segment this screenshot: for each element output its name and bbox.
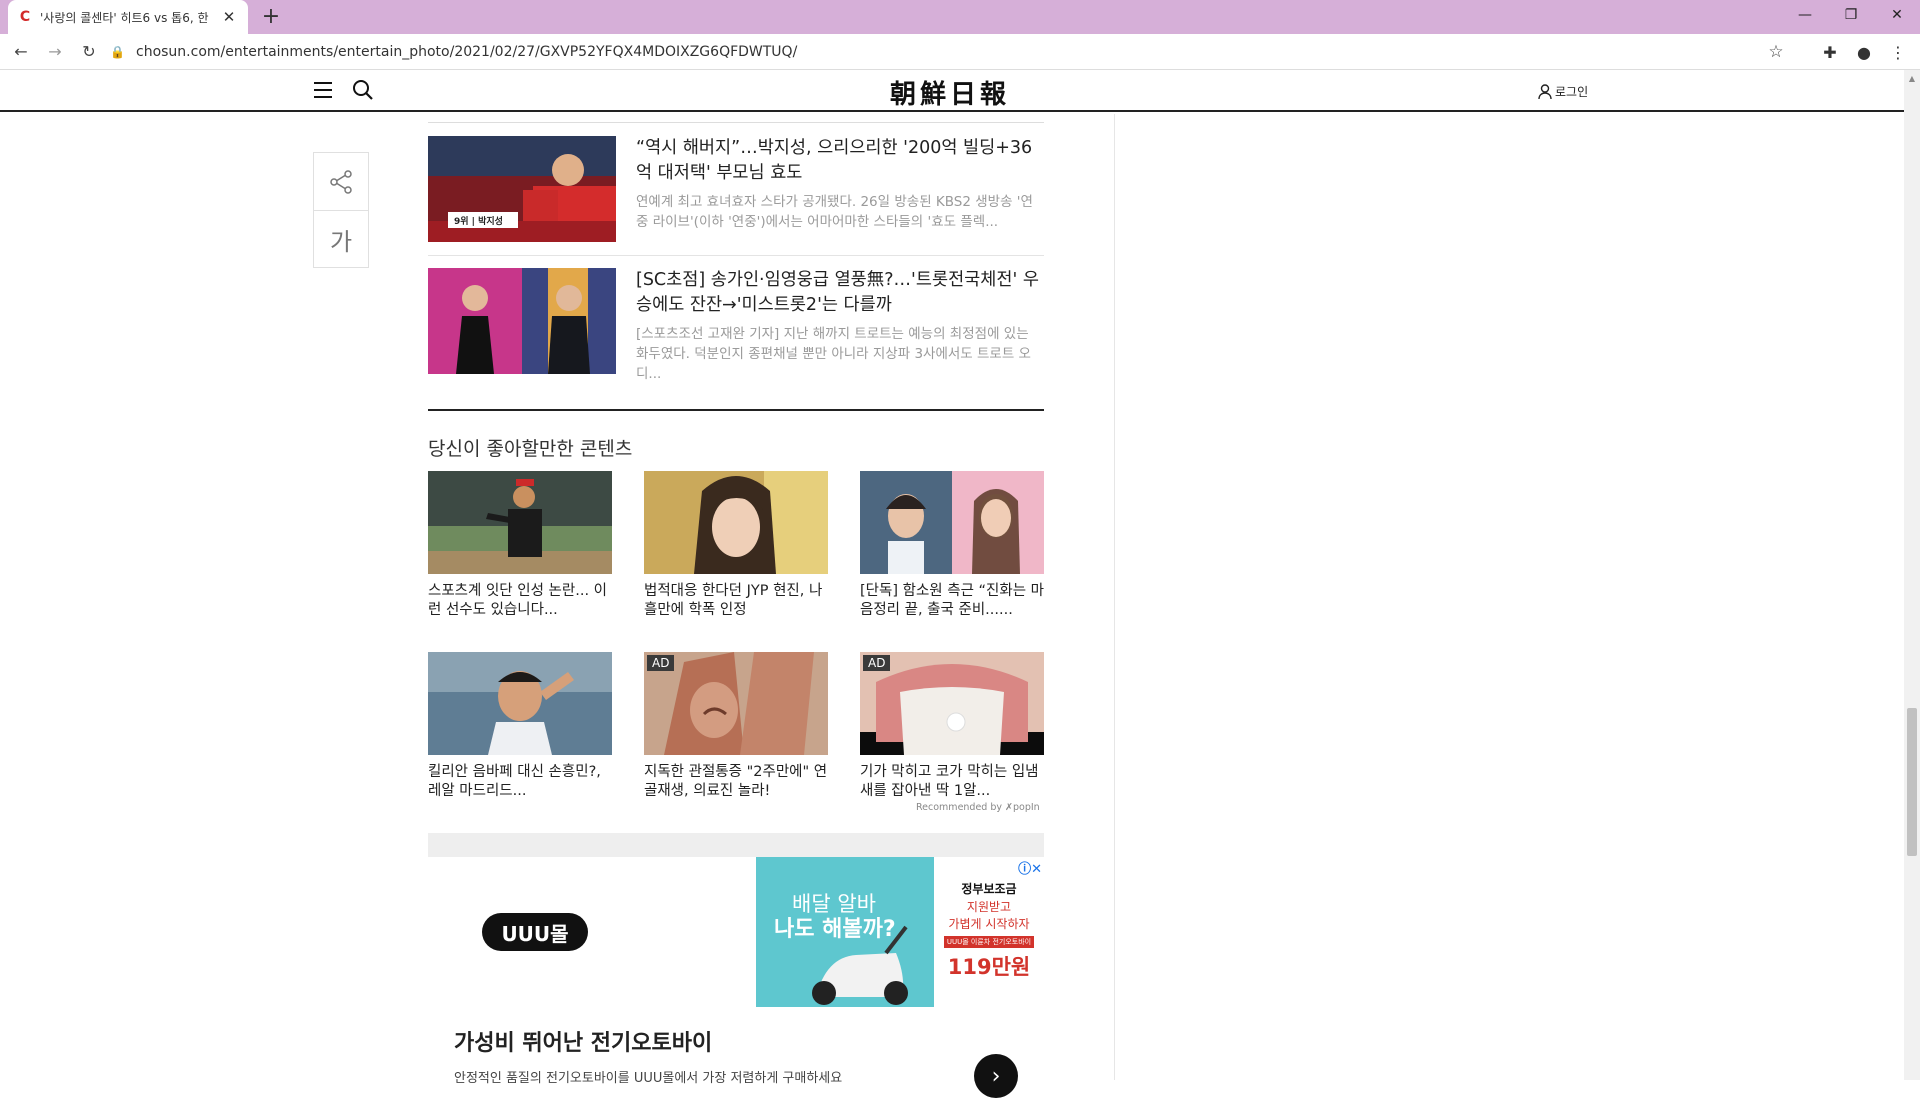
ad-price: 119만원 — [947, 955, 1031, 979]
related-article[interactable]: 9위 | 박지성 “역시 해버지”…박지성, 으리으리한 '200억 빌딩+36… — [428, 136, 1044, 242]
font-size-button[interactable]: 가 — [314, 210, 368, 267]
close-window-icon[interactable]: ✕ — [1874, 0, 1920, 30]
tab-title: '사랑의 콜센타' 히트6 vs 톱6, 한 — [40, 10, 209, 25]
recommend-card[interactable]: 스포츠계 잇단 인성 논란... 이런 선수도 있습니다... — [428, 471, 612, 620]
browser-menu-icon[interactable]: ⋮ — [1884, 38, 1912, 66]
recommend-card[interactable]: AD 지독한 관절통증 "2주만에" 연골재생, 의료진 놀라! — [644, 652, 828, 801]
recommend-caption[interactable]: [단독] 함소원 측근 “진화는 마음정리 끝, 출국 준비...... — [860, 582, 1044, 620]
ad-headline[interactable]: 가성비 뛰어난 전기오토바이 — [454, 1025, 712, 1057]
article-headline[interactable]: [SC초점] 송가인·임영웅급 열풍無?…'트롯전국체전' 우승에도 잔잔→'미… — [636, 268, 1044, 318]
recommend-caption[interactable]: 킬리안 음바페 대신 손흥민?, 레알 마드리드... — [428, 763, 612, 801]
divider — [428, 122, 1044, 123]
ad-next-arrow-icon[interactable]: › — [974, 1054, 1018, 1098]
ad-panel-tag: UUU몰 이륜차 전기오토바이 — [944, 936, 1034, 948]
ad-banner[interactable]: UUU몰 배달 알바 나도 해볼까? 정부보조금 지원받고 가볍게 시작하자 U… — [428, 833, 1044, 1098]
ad-card[interactable]: UUU몰 배달 알바 나도 해볼까? 정부보조금 지원받고 가볍게 시작하자 U… — [428, 857, 1044, 1098]
ad-panel-line2: 지원받고 — [966, 900, 1012, 914]
page-scrollbar[interactable]: ▲ — [1904, 70, 1920, 1080]
url-field[interactable]: 🔒 chosun.com/entertainments/entertain_ph… — [110, 38, 1790, 66]
section-divider — [428, 409, 1044, 411]
ad-panel-line3: 가볍게 시작하자 — [948, 917, 1030, 931]
ad-image-line1: 배달 알바 — [792, 892, 876, 916]
article-summary: [스포츠조선 고재완 기자] 지난 해까지 트로트는 예능의 최정점에 있는 화… — [636, 326, 1031, 382]
side-utility-box: 가 — [313, 152, 369, 268]
menu-icon[interactable] — [313, 80, 333, 100]
minimize-icon[interactable]: — — [1782, 0, 1828, 30]
recommend-card[interactable]: 킬리안 음바페 대신 손흥민?, 레알 마드리드... — [428, 652, 612, 801]
user-icon — [1538, 84, 1552, 99]
ad-description: 안정적인 품질의 전기오토바이를 UUU몰에서 가장 저렴하게 구매하세요 — [454, 1071, 843, 1086]
window-controls: — ❐ ✕ — [1782, 0, 1920, 30]
ad-badge: AD — [647, 655, 675, 671]
bookmark-star-icon[interactable]: ☆ — [1762, 38, 1790, 66]
recommend-card[interactable]: AD 기가 막히고 코가 막히는 입냄새를 잡아낸 딱 1알... — [860, 652, 1044, 801]
browser-tab[interactable]: C '사랑의 콜센타' 히트6 vs 톱6, 한 ✕ — [8, 0, 248, 34]
recommend-section-title: 당신이 좋아할만한 콘텐츠 — [428, 438, 633, 460]
ad-image[interactable]: 배달 알바 나도 해볼까? 정부보조금 지원받고 가볍게 시작하자 UUU몰 이… — [756, 857, 1044, 1007]
reload-icon[interactable]: ↻ — [76, 39, 102, 65]
url-text: chosun.com/entertainments/entertain_phot… — [136, 44, 798, 60]
recommend-image[interactable] — [428, 652, 612, 755]
recommend-image[interactable] — [860, 471, 1044, 574]
recommend-caption[interactable]: 법적대응 한다던 JYP 현진, 나흘만에 학폭 인정 — [644, 582, 828, 620]
ad-panel-title: 정부보조금 — [961, 882, 1017, 896]
column-divider — [1114, 114, 1115, 1080]
search-icon[interactable] — [352, 79, 374, 101]
scrollbar-thumb[interactable] — [1907, 708, 1917, 856]
site-logo[interactable]: 朝鮮日報 — [870, 74, 1030, 111]
chosun-favicon-icon: C — [19, 9, 31, 25]
ad-choices-close-icon[interactable]: ⓘ✕ — [1018, 858, 1042, 877]
extensions-icon[interactable]: ✚ — [1816, 38, 1844, 66]
recommend-card[interactable]: 법적대응 한다던 JYP 현진, 나흘만에 학폭 인정 — [644, 471, 828, 620]
restore-icon[interactable]: ❐ — [1828, 0, 1874, 30]
new-tab-button[interactable]: + — [258, 4, 284, 30]
article-thumbnail[interactable] — [428, 268, 616, 374]
article-headline[interactable]: “역시 해버지”…박지성, 으리으리한 '200억 빌딩+36억 대저택' 부모… — [636, 136, 1044, 186]
share-button[interactable] — [314, 153, 368, 210]
related-article[interactable]: [SC초점] 송가인·임영웅급 열풍無?…'트롯전국체전' 우승에도 잔잔→'미… — [428, 268, 1044, 384]
ad-brand-logo[interactable]: UUU몰 — [482, 913, 588, 951]
tab-close-icon[interactable]: ✕ — [220, 8, 238, 26]
toolbar-icons: ✚ ● ⋮ — [1816, 38, 1912, 66]
ad-badge: AD — [863, 655, 891, 671]
recommend-caption[interactable]: 지독한 관절통증 "2주만에" 연골재생, 의료진 놀라! — [644, 763, 828, 801]
ad-promo-panel: 정부보조금 지원받고 가볍게 시작하자 UUU몰 이륜차 전기오토바이 119만… — [934, 857, 1044, 1007]
article-summary: 연예계 최고 효녀효자 스타가 공개됐다. 26일 방송된 KBS2 생방송 '… — [636, 194, 1033, 230]
back-icon[interactable]: ← — [8, 39, 34, 65]
share-icon — [330, 169, 352, 194]
recommend-image[interactable] — [644, 471, 828, 574]
divider — [428, 255, 1044, 256]
login-link[interactable]: 로그인 — [1538, 83, 1588, 100]
article-thumbnail[interactable]: 9위 | 박지성 — [428, 136, 616, 242]
site-header: 朝鮮日報 로그인 — [0, 70, 1904, 112]
popin-attribution[interactable]: Recommended by ✗popIn — [916, 802, 1040, 813]
recommend-image[interactable] — [428, 471, 612, 574]
profile-icon[interactable]: ● — [1850, 38, 1878, 66]
recommend-card[interactable]: [단독] 함소원 측근 “진화는 마음정리 끝, 출국 준비...... — [860, 471, 1044, 620]
browser-tab-strip: C '사랑의 콜센타' 히트6 vs 톱6, 한 ✕ + — ❐ ✕ — [0, 0, 1920, 34]
recommend-caption[interactable]: 기가 막히고 코가 막히는 입냄새를 잡아낸 딱 1알... — [860, 763, 1044, 801]
lock-icon[interactable]: 🔒 — [110, 45, 126, 59]
login-label: 로그인 — [1555, 85, 1589, 99]
ad-image-line2: 나도 해볼까? — [774, 917, 896, 942]
address-bar-row: ← → ↻ 🔒 chosun.com/entertainments/entert… — [0, 34, 1920, 70]
scroll-up-icon[interactable]: ▲ — [1904, 74, 1920, 83]
thumb-caption: 9위 | 박지성 — [454, 217, 503, 227]
recommend-caption[interactable]: 스포츠계 잇단 인성 논란... 이런 선수도 있습니다... — [428, 582, 612, 620]
forward-icon[interactable]: → — [42, 39, 68, 65]
